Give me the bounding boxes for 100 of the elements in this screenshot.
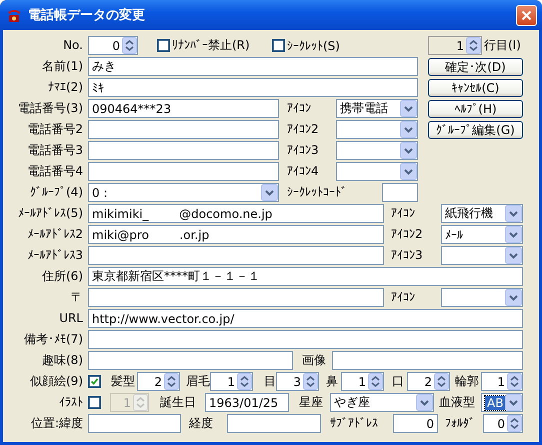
dropdown[interactable]: 携帯電話 (336, 99, 418, 118)
field-label: 電話番号2 (27, 121, 83, 138)
field-label: 輪郭 (455, 374, 479, 388)
text-field[interactable] (88, 288, 384, 307)
field-label: ｻﾌﾞｱﾄﾞﾚｽ (330, 416, 378, 430)
field-label: 似顔絵(9) (30, 373, 83, 390)
text-field[interactable]: みき (88, 57, 418, 76)
field-label: 鼻 (326, 374, 338, 388)
text-field[interactable]: ﾐｷ (88, 78, 418, 97)
spin-box[interactable]: 1 (428, 36, 482, 55)
field-label: 画像 (302, 353, 326, 367)
chevron-down-icon[interactable] (416, 394, 433, 411)
dropdown[interactable]: AB (481, 393, 523, 412)
spin-box[interactable]: 0 (88, 36, 138, 55)
text-field[interactable] (88, 246, 384, 265)
field-label: 位置:緯度 (30, 415, 83, 432)
text-field[interactable]: mikimiki_ @docomo.ne.jp (88, 204, 384, 223)
chevron-down-icon[interactable] (400, 100, 417, 117)
chevron-down-icon[interactable] (261, 184, 278, 201)
chevron-down-icon[interactable] (505, 394, 522, 411)
text-field[interactable] (88, 120, 279, 139)
text-field[interactable] (227, 414, 321, 433)
field-label: ﾒｰﾙｱﾄﾞﾚｽ3 (27, 247, 83, 264)
spin-box[interactable]: 1 (481, 372, 523, 391)
spin-box[interactable]: 0 (483, 414, 523, 433)
text-field[interactable]: miki@pro .or.jp (88, 225, 384, 244)
phone-icon (6, 7, 22, 23)
field-label: 目 (264, 374, 276, 388)
dropdown[interactable]: やぎ座 (330, 393, 434, 412)
spin-arrows-icon[interactable] (303, 373, 318, 390)
spin-box[interactable]: 2 (407, 372, 450, 391)
spin-box[interactable]: 1 (341, 372, 384, 391)
dropdown[interactable] (336, 162, 418, 181)
dropdown[interactable] (441, 288, 523, 307)
field-label: 血液型 (439, 395, 475, 409)
spin-arrows-icon[interactable] (368, 373, 383, 390)
checkbox-label[interactable]: ｼｰｸﾚｯﾄ(S) (287, 38, 340, 52)
text-field[interactable]: http://www.vector.co.jp/ (88, 309, 523, 328)
field-label: ｱｲｺﾝ4 (287, 164, 319, 178)
dialog-button[interactable]: ｷｬﾝｾﾙ(C) (428, 78, 523, 96)
chevron-down-icon[interactable] (400, 163, 417, 180)
dropdown[interactable]: 0 : (88, 183, 279, 202)
chevron-down-icon[interactable] (505, 247, 522, 264)
spin-arrows-icon[interactable] (466, 37, 481, 54)
spin-arrows-icon[interactable] (237, 373, 252, 390)
spin-arrows-icon[interactable] (122, 37, 137, 54)
text-field[interactable]: 090464***23 (88, 99, 279, 118)
chevron-down-icon[interactable] (400, 121, 417, 138)
field-label: 眉毛 (186, 374, 210, 388)
text-field[interactable] (382, 183, 418, 202)
chevron-down-icon[interactable] (505, 289, 522, 306)
text-field[interactable]: 1963/01/25 (205, 393, 289, 412)
field-label: 星座 (299, 395, 323, 409)
spin-arrows-icon[interactable] (507, 373, 522, 390)
dropdown[interactable]: 紙飛行機 (441, 204, 523, 223)
dialog-button[interactable]: 確定･次(D) (428, 58, 523, 76)
text-field[interactable]: 東京都新宿区****町１－１－１ (88, 267, 523, 286)
field-label: ﾅﾏｴ(2) (48, 79, 83, 96)
text-field[interactable] (332, 351, 523, 370)
dropdown[interactable] (336, 141, 418, 160)
checkbox-label[interactable]: ﾘﾅﾝﾊﾞｰ禁止(R) (172, 37, 250, 54)
field-label: ｱｲｺﾝ (391, 290, 415, 304)
spin-box[interactable]: 1 (210, 372, 253, 391)
spin-box[interactable]: 2 (137, 372, 180, 391)
dropdown[interactable] (441, 246, 523, 265)
field-label: 髪型 (111, 374, 135, 388)
spin-box[interactable]: 3 (276, 372, 319, 391)
field-label: No. (63, 37, 83, 54)
text-field[interactable]: 0 (393, 414, 438, 433)
chevron-down-icon[interactable] (505, 205, 522, 222)
text-field[interactable] (88, 414, 181, 433)
dropdown[interactable] (336, 120, 418, 139)
checkbox[interactable] (272, 39, 285, 52)
field-label: ﾌｫﾙﾀﾞ (445, 416, 475, 430)
field-label: ｱｲｺﾝ (287, 101, 311, 115)
field-label: ｱｲｺﾝ3 (287, 143, 319, 157)
chevron-down-icon[interactable] (505, 226, 522, 243)
close-button[interactable] (516, 4, 537, 26)
text-field[interactable] (88, 141, 279, 160)
field-label: ｱｲｺﾝ2 (287, 122, 319, 136)
dropdown[interactable]: ﾒｰﾙ (441, 225, 523, 244)
field-label: 電話番号(3) (18, 100, 83, 117)
text-field[interactable] (88, 162, 279, 181)
checkbox[interactable] (157, 39, 170, 52)
field-label: 経度 (189, 416, 213, 430)
spin-arrows-icon[interactable] (164, 373, 179, 390)
text-field[interactable] (88, 351, 293, 370)
field-label: ｱｲｺﾝ3 (391, 248, 423, 262)
field-label: 名前(1) (42, 58, 83, 75)
text-field[interactable] (88, 330, 523, 349)
window-title: 電話帳データの変更 (28, 6, 146, 24)
checkbox[interactable] (88, 375, 101, 388)
spin-arrows-icon[interactable] (434, 373, 449, 390)
checkbox[interactable] (88, 396, 101, 409)
chevron-down-icon[interactable] (400, 142, 417, 159)
field-label: 電話番号3 (27, 142, 83, 159)
dialog-button[interactable]: ﾍﾙﾌﾟ(H) (428, 100, 523, 118)
field-label: 〒 (71, 289, 83, 306)
dialog-button[interactable]: ｸﾞﾙｰﾌﾟ編集(G) (428, 120, 523, 138)
spin-arrows-icon[interactable] (507, 415, 522, 432)
